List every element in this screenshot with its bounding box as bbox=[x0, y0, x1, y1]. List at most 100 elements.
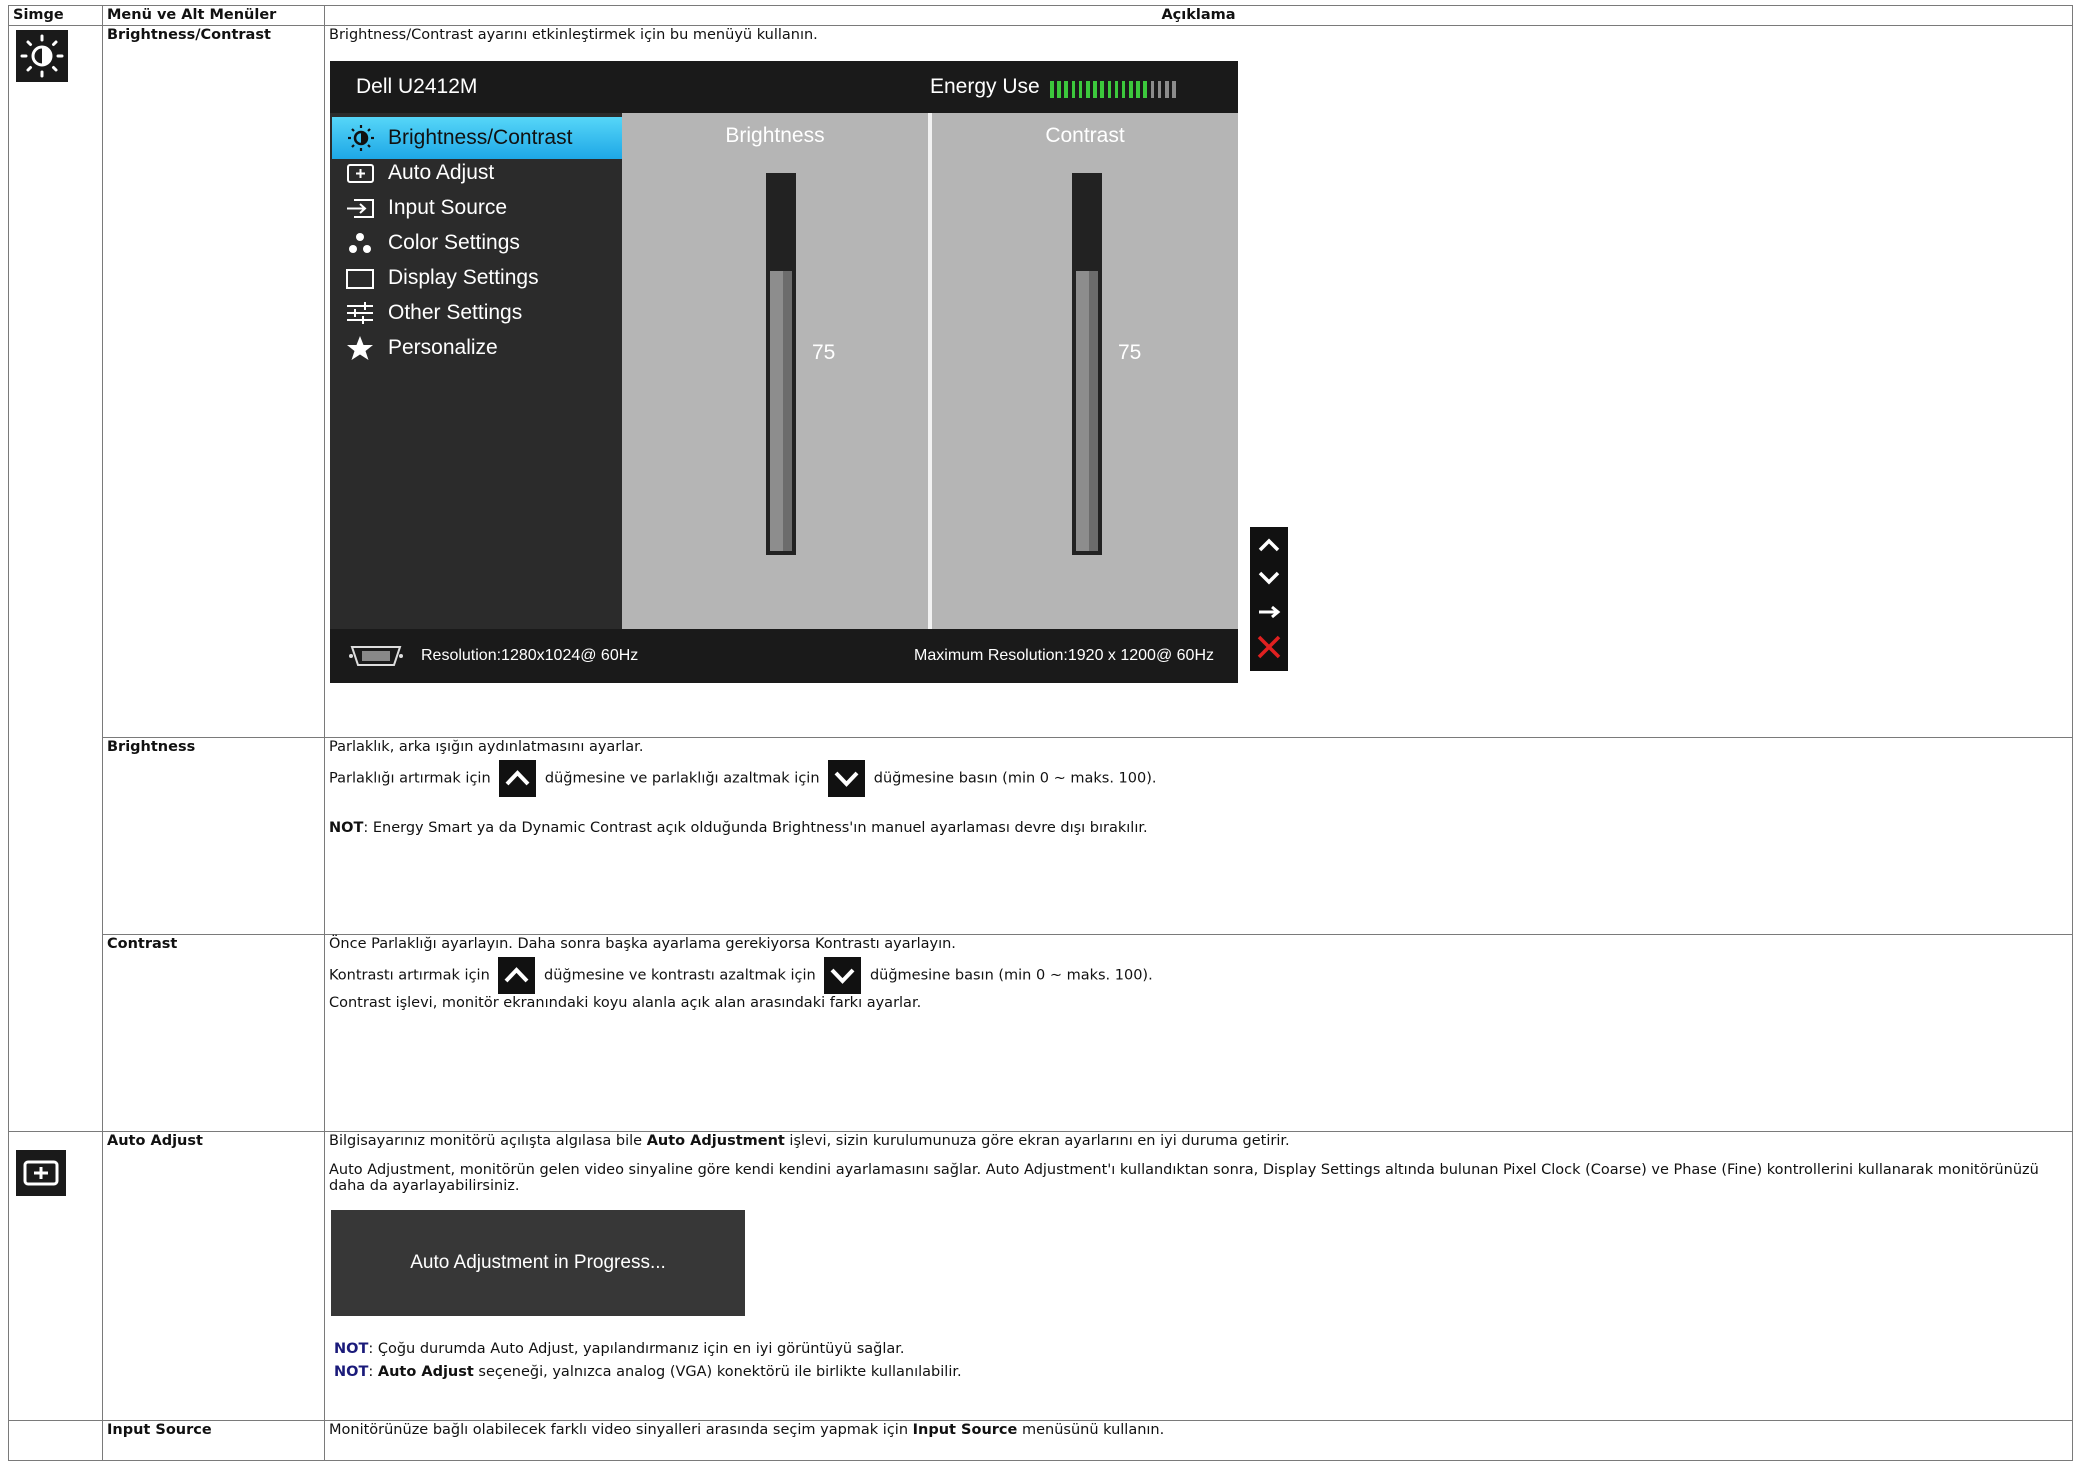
auto-adjust-progress-box: Auto Adjustment in Progress... bbox=[331, 1210, 745, 1316]
auto-line1-b: Auto Adjustment bbox=[646, 1133, 785, 1149]
menu-brightness-contrast: Brightness/Contrast bbox=[102, 25, 325, 738]
osd-menu-item-label: Personalize bbox=[388, 336, 498, 359]
brightness-note: NOT: Energy Smart ya da Dynamic Contrast… bbox=[329, 819, 2068, 837]
brightness-line2-a: Parlaklığı artırmak için bbox=[329, 770, 491, 787]
energy-bar bbox=[1165, 81, 1169, 98]
brightness-value: 75 bbox=[812, 341, 836, 364]
menu-input-source: Input Source bbox=[102, 1420, 325, 1461]
energy-bar bbox=[1143, 81, 1148, 98]
contrast-line1: Önce Parlaklığı ayarlayın. Daha sonra ba… bbox=[329, 936, 956, 952]
brightness-note-label: NOT bbox=[329, 820, 364, 836]
contrast-panel: Contrast 75 bbox=[932, 113, 1238, 629]
brightness-line2: Parlaklığı artırmak için düğmesine ve pa… bbox=[329, 760, 2068, 797]
input-source-icon bbox=[347, 199, 374, 218]
row-auto-adjust: Auto Adjust Bilgisayarınız monitörü açıl… bbox=[8, 1131, 2073, 1421]
up-button-icon bbox=[498, 957, 536, 994]
star-icon bbox=[347, 336, 373, 360]
row-brightness: Brightness Parlaklık, arka ışığın aydınl… bbox=[9, 737, 2073, 935]
brightness-slider-fill bbox=[770, 270, 792, 551]
vga-connector-icon bbox=[349, 646, 403, 666]
auto-line2: Auto Adjustment, monitörün gelen video s… bbox=[329, 1162, 2039, 1194]
auto-note1: NOT: Çoğu durumda Auto Adjust, yapılandı… bbox=[329, 1340, 2068, 1358]
auto-line1-c: işlevi, sizin kurulumunuza göre ekran ay… bbox=[784, 1133, 1290, 1149]
row-contrast: Contrast Önce Parlaklığı ayarlayın. Daha… bbox=[9, 934, 2073, 1132]
close-icon[interactable] bbox=[1257, 635, 1281, 659]
input-line-c: menüsünü kullanın. bbox=[1017, 1422, 1165, 1438]
osd-menu-item-label: Auto Adjust bbox=[388, 161, 495, 184]
energy-bar bbox=[1078, 81, 1083, 98]
desc-bc-text: Brightness/Contrast ayarını etkinleştirm… bbox=[329, 27, 818, 43]
contrast-value: 75 bbox=[1118, 341, 1142, 364]
energy-bar bbox=[1107, 81, 1112, 98]
contrast-slider-fill bbox=[1076, 270, 1098, 551]
input-line-b: Input Source bbox=[912, 1422, 1018, 1438]
energy-bar bbox=[1100, 81, 1104, 98]
input-line-a: Monitörünüze bağlı olabilecek farklı vid… bbox=[329, 1422, 913, 1438]
header-desc: Açıklama bbox=[324, 5, 2073, 26]
brightness-panel: Brightness 75 bbox=[622, 113, 928, 629]
osd-side-buttons bbox=[1250, 527, 1288, 671]
brightness-title: Brightness bbox=[725, 124, 825, 147]
right-arrow-icon[interactable] bbox=[1259, 605, 1281, 619]
down-button-icon bbox=[828, 760, 866, 797]
desc-contrast: Önce Parlaklığı ayarlayın. Daha sonra ba… bbox=[324, 934, 2073, 1132]
sliders-icon bbox=[347, 302, 373, 324]
contrast-slider[interactable] bbox=[1072, 173, 1102, 555]
brightness-line2-b: düğmesine ve parlaklığı azaltmak için bbox=[544, 770, 820, 787]
sun-icon bbox=[348, 125, 374, 151]
osd-menu-item-label: Input Source bbox=[388, 196, 508, 219]
energy-use-meter bbox=[1050, 81, 1176, 98]
osd-menu-item-personalize[interactable]: Personalize bbox=[332, 327, 622, 369]
auto-note2: NOT: Auto Adjust seçeneği, yalnızca anal… bbox=[334, 1364, 962, 1380]
osd-menu-item-label: Display Settings bbox=[388, 266, 539, 289]
color-dots-icon bbox=[349, 233, 371, 253]
contrast-line2-c: düğmesine basın (min 0 ~ maks. 100). bbox=[869, 967, 1153, 984]
brightness-line1: Parlaklık, arka ışığın aydınlatmasını ay… bbox=[329, 739, 644, 755]
energy-bar bbox=[1114, 81, 1119, 98]
auto-note1-text: : Çoğu durumda Auto Adjust, yapılandırma… bbox=[368, 1341, 905, 1357]
sun-brightness-icon bbox=[16, 30, 68, 82]
energy-bar bbox=[1150, 81, 1155, 98]
contrast-line3: Contrast işlevi, monitör ekranındaki koy… bbox=[329, 995, 922, 1011]
energy-bar bbox=[1085, 81, 1090, 98]
brightness-note-text: : Energy Smart ya da Dynamic Contrast aç… bbox=[363, 820, 1148, 836]
up-arrow-icon[interactable] bbox=[1258, 538, 1280, 552]
auto-adjust-icon bbox=[347, 164, 374, 183]
brightness-slider[interactable] bbox=[766, 173, 796, 555]
auto-note2-text: seçeneği, yalnızca analog (VGA) konektör… bbox=[473, 1364, 962, 1380]
energy-bar bbox=[1172, 81, 1176, 98]
osd-header: Dell U2412M Energy Use bbox=[330, 61, 1238, 113]
contrast-line2: Kontrastı artırmak için düğmesine ve kon… bbox=[329, 957, 2068, 994]
auto-note2-label: NOT bbox=[334, 1364, 369, 1380]
osd-footer: Resolution:1280x1024@ 60Hz Maximum Resol… bbox=[330, 629, 1238, 683]
energy-bar bbox=[1093, 81, 1097, 98]
energy-bar bbox=[1050, 81, 1054, 98]
energy-bar bbox=[1064, 81, 1068, 98]
osd-button-strip bbox=[1257, 538, 1281, 659]
auto-line1: Bilgisayarınız monitörü açılışta algılas… bbox=[329, 1132, 2068, 1150]
header-icon: Simge bbox=[8, 5, 103, 26]
header-menu: Menü ve Alt Menüler bbox=[102, 5, 325, 26]
osd-resolution: Resolution:1280x1024@ 60Hz bbox=[421, 647, 639, 664]
osd-menu-item-label: Color Settings bbox=[388, 231, 520, 254]
auto-adjust-icon bbox=[16, 1150, 66, 1196]
osd-menu: Brightness/Contrast Auto Adjust Input Sour… bbox=[330, 113, 622, 629]
up-button-icon bbox=[499, 760, 537, 797]
osd-screen: Dell U2412M Energy Use Brightness/Contra… bbox=[330, 61, 1238, 683]
desc-input-source: Monitörünüze bağlı olabilecek farklı vid… bbox=[324, 1420, 2073, 1461]
input-line: Monitörünüze bağlı olabilecek farklı vid… bbox=[329, 1421, 2068, 1439]
contrast-line2-a: Kontrastı artırmak için bbox=[329, 967, 490, 984]
contrast-line2-b: düğmesine ve kontrastı azaltmak için bbox=[543, 967, 816, 984]
energy-bar bbox=[1071, 81, 1076, 98]
row-input-source: Input Source Monitörünüze bağlı olabilec… bbox=[8, 1420, 2073, 1461]
down-arrow-icon[interactable] bbox=[1258, 571, 1280, 585]
energy-bar bbox=[1129, 81, 1133, 98]
osd-menu-item-label: Other Settings bbox=[388, 301, 523, 324]
menu-auto-adjust: Auto Adjust bbox=[102, 1131, 325, 1421]
contrast-title: Contrast bbox=[1045, 124, 1125, 147]
energy-bar bbox=[1136, 81, 1140, 98]
display-rect-icon bbox=[346, 269, 374, 289]
menu-brightness: Brightness bbox=[102, 737, 325, 935]
auto-note1-label: NOT bbox=[334, 1341, 369, 1357]
header-row: Simge Menü ve Alt Menüler Açıklama bbox=[8, 5, 2073, 26]
